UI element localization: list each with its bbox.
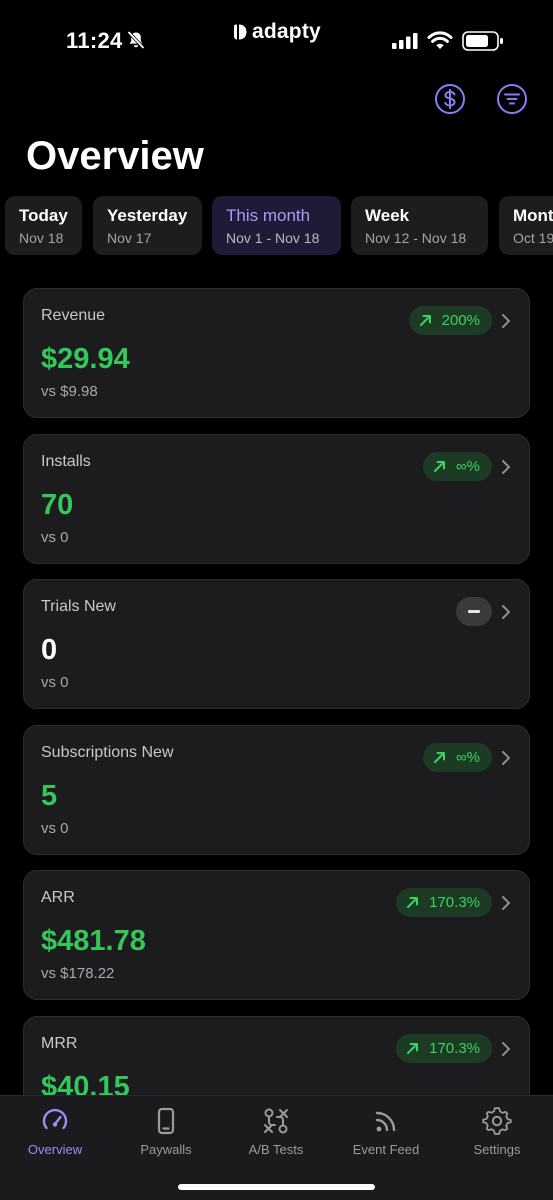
metric-title: Revenue [41, 307, 106, 324]
metric-comparison: vs 0 [41, 820, 69, 837]
change-badge: 200% [408, 306, 492, 335]
metric-value: 70 [41, 489, 74, 521]
period-range: Nov 1 - Nov 18 [226, 230, 320, 246]
change-percent: 200% [441, 312, 480, 329]
battery-icon [462, 31, 503, 51]
change-badge-no-change [456, 597, 492, 626]
filter-button[interactable] [497, 84, 527, 114]
metric-card-arr[interactable]: ARR $481.78 vs $178.22 170.3% [23, 870, 530, 1000]
page-title: Overview [26, 134, 204, 178]
period-label: Month [513, 206, 553, 225]
change-percent: 170.3% [429, 1040, 480, 1057]
adapty-logo-icon [234, 24, 247, 40]
chevron-right-icon [502, 460, 510, 474]
metric-value: 0 [41, 634, 58, 666]
tab-label: Paywalls [140, 1142, 192, 1157]
rss-feed-icon [375, 1111, 396, 1132]
tab-label: A/B Tests [248, 1142, 304, 1157]
metric-comparison: vs 0 [41, 674, 69, 691]
period-label: Yesterday [107, 206, 188, 225]
metric-value: 5 [41, 780, 58, 812]
metric-title: MRR [41, 1035, 78, 1052]
metric-card-revenue[interactable]: Revenue $29.94 vs $9.98 200% [23, 288, 530, 418]
metric-title: Installs [41, 453, 91, 470]
period-chip-this-month[interactable]: This month Nov 1 - Nov 18 [212, 196, 341, 255]
trend-up-arrow-icon [419, 315, 431, 326]
period-chip-week[interactable]: Week Nov 12 - Nov 18 [351, 196, 488, 255]
period-range: Nov 17 [107, 230, 152, 246]
gauge-icon [42, 1108, 68, 1130]
chevron-right-icon [502, 314, 510, 328]
chevron-right-icon [502, 896, 510, 910]
filter-lines-icon [504, 93, 520, 105]
chevron-right-icon [502, 605, 510, 619]
metric-card-trials-new[interactable]: Trials New 0 vs 0 [23, 579, 530, 709]
bell-muted-icon [127, 30, 145, 50]
metric-value: $481.78 [41, 925, 146, 957]
period-range: Nov 18 [19, 230, 64, 246]
metric-comparison: vs $9.98 [41, 383, 98, 400]
chevron-right-icon [502, 1042, 510, 1056]
tab-paywalls[interactable]: Paywalls [111, 1106, 221, 1157]
change-percent: 170.3% [429, 894, 480, 911]
period-chip-month[interactable]: Month Oct 19 [499, 196, 553, 255]
period-range: Nov 12 - Nov 18 [365, 230, 467, 246]
cellular-signal-icon [392, 33, 418, 49]
change-badge: ∞% [422, 743, 492, 772]
change-percent: ∞% [455, 458, 480, 475]
change-badge: 170.3% [396, 1034, 492, 1063]
period-selector: Today Nov 18 Yesterday Nov 17 This month… [0, 196, 553, 256]
brand-name: adapty [252, 20, 321, 43]
chevron-right-icon [502, 751, 510, 765]
change-badge: 170.3% [396, 888, 492, 917]
change-percent: ∞% [455, 749, 480, 766]
trend-up-arrow-icon [433, 752, 445, 763]
metric-card-subscriptions-new[interactable]: Subscriptions New 5 vs 0 ∞% [23, 725, 530, 855]
brand: adapty [232, 20, 321, 44]
minus-icon [468, 610, 480, 613]
metric-value: $29.94 [41, 343, 130, 375]
gear-icon [482, 1107, 512, 1135]
tab-label: Overview [27, 1142, 83, 1157]
period-chip-today[interactable]: Today Nov 18 [5, 196, 82, 255]
change-badge: ∞% [422, 452, 492, 481]
tab-event-feed[interactable]: Event Feed [331, 1106, 441, 1157]
trend-up-arrow-icon [407, 1043, 419, 1054]
tab-label: Settings [473, 1142, 521, 1157]
metric-title: Subscriptions New [41, 744, 174, 761]
tab-settings[interactable]: Settings [442, 1106, 552, 1157]
period-range: Oct 19 [513, 230, 553, 246]
revenue-currency-button[interactable] [435, 84, 465, 114]
trend-up-arrow-icon [407, 897, 419, 908]
status-bar: 11:24 adapty [0, 0, 553, 80]
home-indicator[interactable] [178, 1184, 375, 1190]
tab-label: Event Feed [352, 1142, 420, 1157]
ab-test-icon [264, 1108, 288, 1134]
status-time: 11:24 [66, 28, 123, 53]
metric-comparison: vs $178.22 [41, 965, 115, 982]
period-label: Week [365, 206, 410, 225]
dollar-icon [444, 89, 456, 109]
metric-title: ARR [41, 889, 75, 906]
period-label: Today [19, 206, 68, 225]
period-chip-yesterday[interactable]: Yesterday Nov 17 [93, 196, 202, 255]
tab-ab-tests[interactable]: A/B Tests [221, 1106, 331, 1157]
metric-title: Trials New [41, 598, 116, 615]
tab-overview[interactable]: Overview [0, 1106, 110, 1157]
metric-card-installs[interactable]: Installs 70 vs 0 ∞% [23, 434, 530, 564]
trend-up-arrow-icon [433, 461, 445, 472]
period-label: This month [226, 206, 311, 225]
metric-comparison: vs 0 [41, 529, 69, 546]
wifi-icon [427, 31, 453, 49]
phone-icon [157, 1107, 175, 1135]
